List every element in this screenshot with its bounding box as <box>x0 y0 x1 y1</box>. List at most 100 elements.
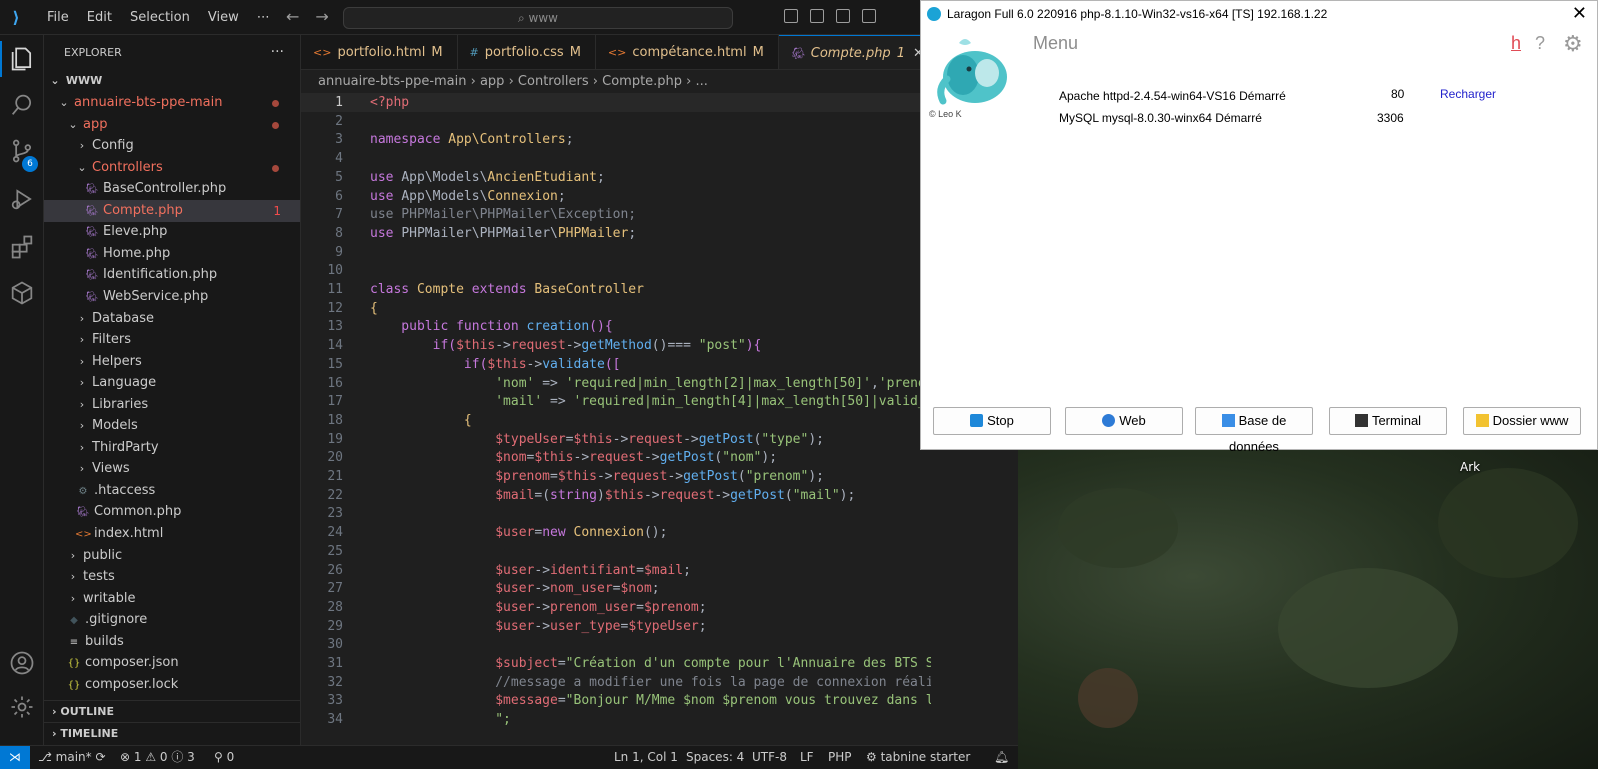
account-icon[interactable] <box>8 649 36 677</box>
command-center-search[interactable]: ⌕ www <box>343 7 733 29</box>
code-text: "; <box>370 710 511 729</box>
web-button[interactable]: Web <box>1065 407 1183 435</box>
cursor-position[interactable]: Ln 1, Col 1 <box>614 746 678 769</box>
tree-item[interactable]: <> index.html <box>44 523 300 545</box>
tree-item[interactable]: › Language <box>44 372 300 394</box>
editor-tab[interactable]: 🐘︎ Compte.php 1 ✕ <box>778 35 939 69</box>
tree-item[interactable]: › writable <box>44 588 300 610</box>
line-number: 24 <box>327 525 343 541</box>
settings-gear-icon[interactable]: ⚙ <box>1563 31 1583 57</box>
editor-tab[interactable]: <> compétance.html M <box>596 35 779 69</box>
tree-item[interactable]: 🐘︎ Home.php <box>44 243 300 265</box>
laragon-h-link[interactable]: h <box>1511 33 1521 54</box>
menu-more[interactable]: ⋯ <box>248 0 279 35</box>
breadcrumb-item[interactable]: annuaire-bts-ppe-main <box>318 74 467 89</box>
tree-item[interactable]: › Libraries <box>44 394 300 416</box>
line-number: 34 <box>327 712 343 728</box>
stop-button[interactable]: Stop <box>933 407 1051 435</box>
settings-gear-icon[interactable] <box>8 693 36 721</box>
problems-indicator[interactable]: ⊗ 1 ⚠ 0 ⓘ 3 <box>120 746 195 769</box>
tree-item[interactable]: ⌄ app <box>44 114 300 136</box>
tree-item[interactable]: 🐘︎ Identification.php <box>44 264 300 286</box>
tree-item[interactable]: ≡ builds <box>44 631 300 653</box>
breadcrumb-item[interactable]: app <box>480 74 504 89</box>
tree-item[interactable]: 🐘︎ WebService.php <box>44 286 300 308</box>
remote-explorer-icon[interactable] <box>8 279 36 307</box>
database-button[interactable]: Base de données <box>1195 407 1313 454</box>
tree-item[interactable]: ⌄ annuaire-bts-ppe-main <box>44 92 300 114</box>
menu-view[interactable]: View <box>199 0 248 35</box>
code-line: 4 <box>301 149 931 168</box>
tree-item[interactable]: ⌄ Controllers <box>44 157 300 179</box>
back-arrow-icon[interactable]: ← <box>286 7 299 26</box>
www-folder-button[interactable]: Dossier www <box>1463 407 1581 435</box>
apache-reload-link[interactable]: Recharger <box>1440 87 1496 101</box>
more-actions-icon[interactable]: ··· <box>271 35 284 70</box>
search-icon[interactable] <box>8 91 36 119</box>
tree-item[interactable]: › Views <box>44 458 300 480</box>
toggle-sidebar-icon[interactable] <box>784 9 798 23</box>
code-token: getPost <box>659 450 715 466</box>
encoding[interactable]: UTF-8 <box>752 746 787 769</box>
line-ending[interactable]: LF <box>800 746 814 769</box>
code-editor[interactable]: 1 <?php 2 3 namespace App\Controllers; 4 5 use … <box>301 93 931 745</box>
editor-tab[interactable]: # portfolio.css M <box>458 35 596 69</box>
menu-file[interactable]: File <box>38 0 78 35</box>
ports-indicator[interactable]: ⚲ 0 <box>214 746 234 769</box>
tree-item[interactable]: › Helpers <box>44 351 300 373</box>
tree-item[interactable]: ⚙ .htaccess <box>44 480 300 502</box>
workspace-root[interactable]: ⌄ WWW <box>44 70 300 92</box>
help-icon[interactable]: ? <box>1535 33 1545 54</box>
run-debug-icon[interactable] <box>8 185 36 213</box>
code-token: $mail <box>643 562 684 578</box>
tree-item[interactable]: › Config <box>44 135 300 157</box>
tree-item[interactable]: 🐘︎ Common.php <box>44 501 300 523</box>
language-mode[interactable]: PHP <box>828 746 852 769</box>
tree-item[interactable]: › tests <box>44 566 300 588</box>
close-icon[interactable]: ✕ <box>1572 1 1587 25</box>
desktop-icon-label[interactable]: Ark <box>1460 460 1480 474</box>
tree-item[interactable]: › public <box>44 545 300 567</box>
menu-selection[interactable]: Selection <box>121 0 199 35</box>
menu-edit[interactable]: Edit <box>78 0 121 35</box>
tree-item[interactable]: › Database <box>44 308 300 330</box>
wallpaper-foliage <box>1058 488 1178 568</box>
tree-item[interactable]: ◆ .gitignore <box>44 609 300 631</box>
timeline-section[interactable]: › TIMELINE <box>44 722 300 744</box>
laragon-menu-button[interactable]: Menu <box>1033 33 1078 54</box>
customize-layout-icon[interactable] <box>862 9 876 23</box>
extensions-icon[interactable] <box>8 233 36 261</box>
breadcrumb-item[interactable]: Compte.php <box>602 74 682 89</box>
tree-item[interactable]: 🐘︎ BaseController.php <box>44 178 300 200</box>
code-token: (); <box>643 525 668 541</box>
tree-item[interactable]: {} composer.lock <box>44 674 300 696</box>
php-file-icon: 🐘︎ <box>85 205 99 217</box>
git-branch[interactable]: ⎇ main* ⟳ <box>38 746 106 769</box>
tree-item[interactable]: 🐘︎ Eleve.php <box>44 221 300 243</box>
code-token: ; <box>698 599 707 615</box>
toggle-secondary-sidebar-icon[interactable] <box>836 9 850 23</box>
tree-item[interactable]: › Filters <box>44 329 300 351</box>
toggle-panel-icon[interactable] <box>810 9 824 23</box>
breadcrumb-item[interactable]: Controllers <box>518 74 589 89</box>
terminal-button[interactable]: Terminal <box>1329 407 1447 435</box>
tree-item[interactable]: 🐘︎ Compte.php 1 <box>44 199 300 222</box>
editor-tab[interactable]: <> portfolio.html M <box>301 35 458 69</box>
code-token: -> <box>643 487 660 503</box>
explorer-icon[interactable] <box>8 45 36 73</box>
code-token: -> <box>612 431 629 447</box>
remote-indicator-icon[interactable]: ⋊ <box>0 746 30 769</box>
tree-item[interactable]: {} composer.json <box>44 652 300 674</box>
notifications-bell-icon[interactable]: 🔔︎ <box>994 746 1009 769</box>
forward-arrow-icon[interactable]: → <box>315 7 328 26</box>
outline-section[interactable]: › OUTLINE <box>44 700 300 722</box>
indentation[interactable]: Spaces: 4 <box>686 746 744 769</box>
code-token: "Création d'un compte pour l'Annuaire de… <box>565 656 931 671</box>
code-token: $nom <box>620 581 652 597</box>
tree-item[interactable]: › Models <box>44 415 300 437</box>
breadcrumb-item[interactable]: ... <box>696 74 708 89</box>
code-line: 19 $typeUser=$this->request->getPost("ty… <box>301 430 931 449</box>
code-token: $user <box>370 618 535 634</box>
tabnine-status[interactable]: ⚙ tabnine starter <box>866 746 970 769</box>
tree-item[interactable]: › ThirdParty <box>44 437 300 459</box>
